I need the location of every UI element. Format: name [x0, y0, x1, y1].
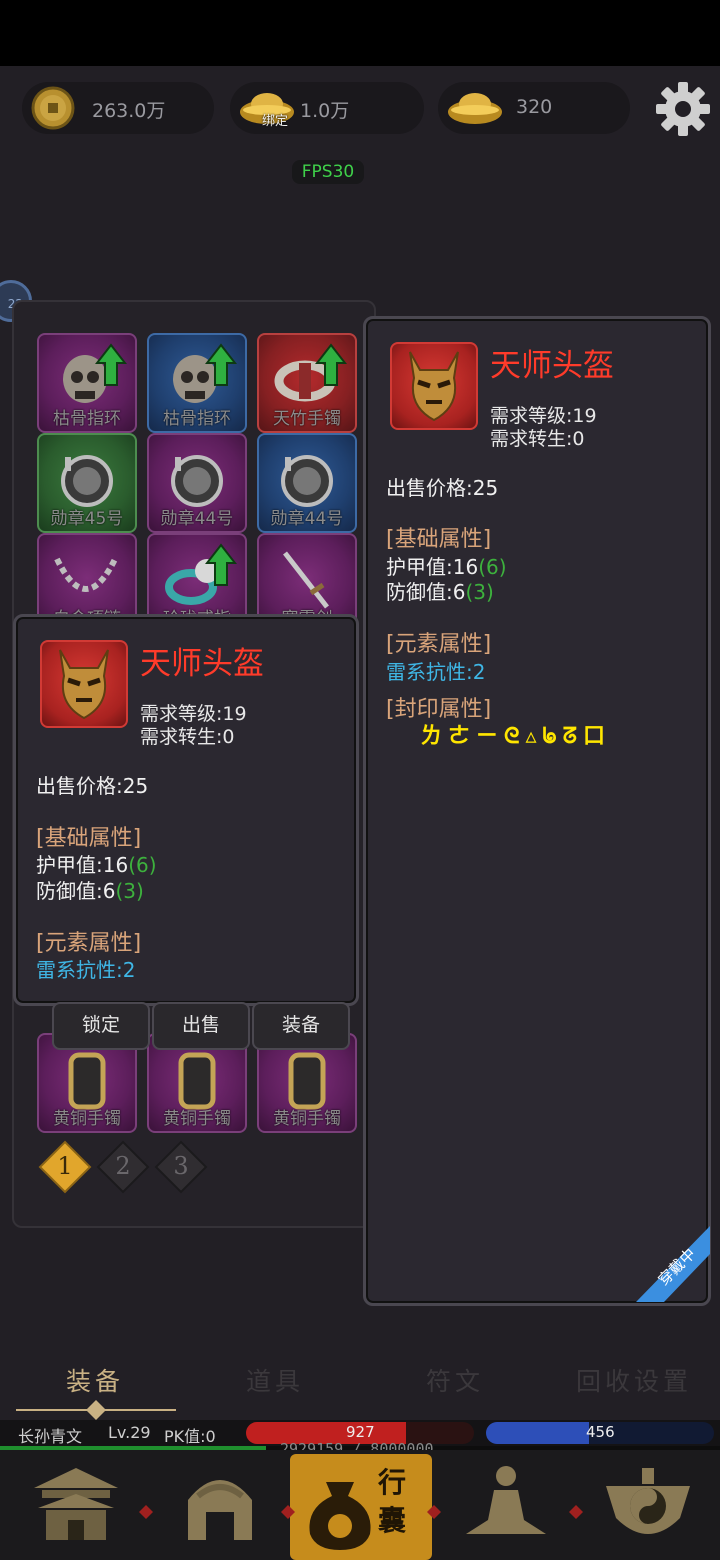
equipped-req-rebirth: 需求转生:0 [490, 428, 585, 450]
palace-icon[interactable] [24, 1460, 128, 1552]
meditation-icon[interactable] [454, 1460, 558, 1552]
player-name: 长孙青文 [18, 1427, 83, 1446]
player-pk: PK值:0 [164, 1427, 216, 1446]
equipped-item-name: 天师头盔 [490, 348, 614, 384]
bag-slot-4[interactable]: 勋章45号 [37, 433, 137, 533]
equipped-item-panel [363, 316, 711, 1306]
bag-slot-label: 勋章44号 [160, 509, 234, 529]
lock-button[interactable]: 锁定 [52, 1002, 150, 1050]
tab-recycle-settings[interactable]: 回收设置 [576, 1362, 692, 1398]
equipped-base-title: [基础属性] [386, 527, 492, 552]
selected-defense: 防御值:6(3) [36, 879, 144, 903]
equipped-item-icon [390, 342, 478, 430]
bag-slot-label: 枯骨指环 [53, 409, 121, 429]
equipped-thunder-resist: 雷系抗性:2 [386, 660, 486, 684]
taiji-icon[interactable] [596, 1460, 700, 1552]
upgrade-arrow-icon [205, 543, 237, 586]
bag-icon [309, 1482, 371, 1550]
helmet-mask-icon [59, 649, 109, 720]
bag-slot-6[interactable]: 勋章44号 [257, 433, 357, 533]
medal-icon [281, 455, 333, 507]
selected-item-icon [40, 640, 128, 728]
settings-gear-icon[interactable] [654, 80, 712, 138]
bag-slot-label: 黄铜手镯 [53, 1109, 121, 1129]
tab-active-indicator [16, 1400, 176, 1420]
copper-currency: 263.0万 [22, 82, 214, 134]
fps-counter: FPS30 [292, 160, 364, 184]
gold-ingot-icon [448, 93, 502, 124]
bag-slot-3[interactable]: 天竹手镯 [257, 333, 357, 433]
bag-slot-label: 黄铜手镯 [273, 1109, 341, 1129]
copper-coin-icon [31, 86, 75, 130]
bag-slot-label: 黄铜手镯 [163, 1109, 231, 1129]
bag-slot-5[interactable]: 勋章44号 [147, 433, 247, 533]
equipped-price: 出售价格:25 [386, 476, 499, 500]
medal-icon [61, 455, 113, 507]
bag-slot-2[interactable]: 枯骨指环 [147, 333, 247, 433]
selected-req-rebirth: 需求转生:0 [140, 726, 235, 748]
equipped-defense: 防御值:6(3) [386, 580, 494, 604]
page-label-1: 1 [57, 1152, 73, 1180]
necklace-icon [54, 557, 118, 592]
nav-divider-icon [281, 1505, 295, 1519]
mp-value: 456 [586, 1423, 615, 1441]
bag-slot-label: 勋章44号 [270, 509, 344, 529]
medal-icon [171, 455, 223, 507]
bag-nav-label: 行囊 [378, 1466, 407, 1537]
bound-gold-currency: 绑定 1.0万 [230, 82, 424, 134]
copper-amount: 263.0万 [92, 100, 166, 122]
selected-price: 出售价格:25 [36, 774, 149, 798]
selected-element-title: [元素属性] [36, 931, 142, 956]
equip-button[interactable]: 装备 [252, 1002, 350, 1050]
bound-gold-amount: 1.0万 [300, 100, 350, 122]
nav-divider-icon [569, 1505, 583, 1519]
sell-button[interactable]: 出售 [152, 1002, 250, 1050]
page-label-2: 2 [115, 1152, 131, 1180]
tab-runes[interactable]: 符文 [426, 1362, 484, 1398]
tab-equipment[interactable]: 装备 [66, 1362, 124, 1398]
bag-nav-active[interactable]: 行囊 [290, 1454, 432, 1560]
nav-divider-icon [139, 1505, 153, 1519]
upgrade-arrow-icon [205, 343, 237, 386]
selected-base-title: [基础属性] [36, 826, 142, 851]
equipped-seal-runes: ㄌㄜㄧᘓ▵ᖚᘔ口 [420, 724, 611, 749]
equipped-element-title: [元素属性] [386, 632, 492, 657]
upgrade-arrow-icon [315, 343, 347, 386]
upgrade-arrow-icon [95, 343, 127, 386]
bound-badge: 绑定 [262, 114, 289, 129]
bag-slot-label: 天竹手镯 [273, 409, 341, 429]
mp-fill [486, 1422, 589, 1444]
nav-divider-icon [427, 1505, 441, 1519]
tab-items[interactable]: 道具 [246, 1362, 304, 1398]
helmet-icon[interactable] [168, 1460, 272, 1552]
bag-slot-label: 勋章45号 [50, 509, 124, 529]
gold-amount: 320 [516, 96, 553, 118]
bag-slot-1[interactable]: 枯骨指环 [37, 333, 137, 433]
selected-thunder-resist: 雷系抗性:2 [36, 958, 136, 982]
helmet-mask-icon [409, 351, 459, 422]
hp-value: 927 [346, 1423, 375, 1441]
selected-armor: 护甲值:16(6) [36, 853, 157, 877]
selected-item-name: 天师头盔 [140, 646, 264, 682]
player-level: Lv.29 [108, 1423, 151, 1442]
gold-currency: 320 [438, 82, 630, 134]
bag-slot-label: 枯骨指环 [163, 409, 231, 429]
page-label-3: 3 [173, 1152, 189, 1180]
